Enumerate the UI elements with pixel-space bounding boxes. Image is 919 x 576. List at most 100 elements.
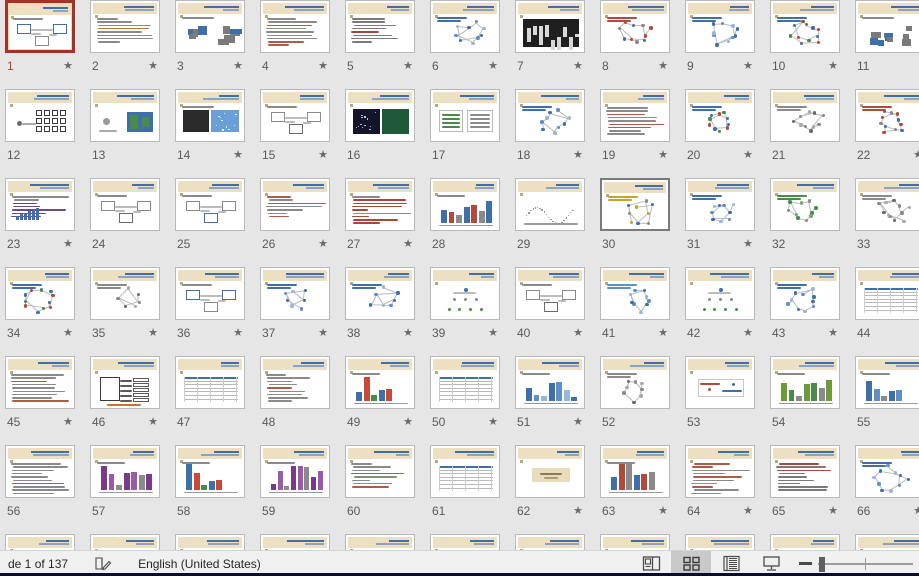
animation-star-icon[interactable]: ★ (403, 237, 413, 251)
slide-thumbnail-2[interactable] (90, 0, 160, 53)
slide-thumbnail-47[interactable] (175, 356, 245, 409)
slide-thumbnail-55[interactable] (855, 356, 919, 409)
slide-thumbnail-30[interactable] (600, 178, 670, 231)
slide-cell-29[interactable]: 29★ (515, 178, 600, 267)
animation-star-icon[interactable]: ★ (743, 326, 753, 340)
slide-thumbnail-75[interactable] (685, 534, 755, 550)
slide-cell-10[interactable]: 10 ★ (770, 0, 855, 89)
animation-star-icon[interactable]: ★ (743, 148, 753, 162)
slide-cell-52[interactable]: 52★ (600, 356, 685, 445)
slide-thumbnail-17[interactable] (430, 89, 500, 142)
animation-star-icon[interactable]: ★ (148, 326, 158, 340)
zoom-control[interactable] (791, 556, 913, 572)
slide-thumbnail-7[interactable] (515, 0, 585, 53)
slide-thumbnail-40[interactable] (515, 267, 585, 320)
slide-cell-44[interactable]: 44★ (855, 267, 919, 356)
slide-thumbnail-6[interactable] (430, 0, 500, 53)
slide-cell-57[interactable]: 57★ (90, 445, 175, 534)
slide-cell-75[interactable]: 75★ (685, 534, 770, 550)
slide-cell-74[interactable]: 74★ (600, 534, 685, 550)
slide-cell-24[interactable]: 24★ (90, 178, 175, 267)
slide-cell-47[interactable]: 47★ (175, 356, 260, 445)
slide-thumbnail-14[interactable] (175, 89, 245, 142)
slide-thumbnail-54[interactable] (770, 356, 840, 409)
slide-thumbnail-71[interactable] (345, 534, 415, 550)
slide-cell-30[interactable]: 30★ (600, 178, 685, 267)
zoom-slider-handle[interactable] (819, 556, 825, 572)
slide-thumbnail-70[interactable] (260, 534, 330, 550)
slide-thumbnail-5[interactable] (345, 0, 415, 53)
slide-cell-19[interactable]: 19 ★ (600, 89, 685, 178)
slide-sorter-grid[interactable]: 1★2★3★4★5★6★7★8★9★10★11★12★13★14★15★16★1… (0, 0, 919, 550)
slide-cell-28[interactable]: 28★ (430, 178, 515, 267)
slide-thumbnail-16[interactable] (345, 89, 415, 142)
slide-thumbnail-65[interactable] (770, 445, 840, 498)
slide-thumbnail-74[interactable] (600, 534, 670, 550)
slide-thumbnail-19[interactable] (600, 89, 670, 142)
slide-thumbnail-53[interactable] (685, 356, 755, 409)
slide-counter[interactable]: de 1 of 137 (0, 552, 76, 576)
slide-cell-38[interactable]: 38 ★ (345, 267, 430, 356)
animation-star-icon[interactable]: ★ (658, 504, 668, 518)
slide-cell-56[interactable]: 56★ (5, 445, 90, 534)
slide-thumbnail-24[interactable] (90, 178, 160, 231)
slide-cell-61[interactable]: 61★ (430, 445, 515, 534)
slide-cell-55[interactable]: 55★ (855, 356, 919, 445)
slide-thumbnail-50[interactable] (430, 356, 500, 409)
slide-thumbnail-77[interactable] (855, 534, 919, 550)
slide-thumbnail-12[interactable] (5, 89, 75, 142)
slide-thumbnail-33[interactable] (855, 178, 919, 231)
slide-thumbnail-61[interactable] (430, 445, 500, 498)
slide-thumbnail-41[interactable] (600, 267, 670, 320)
slide-thumbnail-21[interactable] (770, 89, 840, 142)
slide-cell-68[interactable]: 68★ (90, 534, 175, 550)
slide-cell-43[interactable]: 43 ★ (770, 267, 855, 356)
animation-star-icon[interactable]: ★ (233, 326, 243, 340)
slide-cell-22[interactable]: 22 ★ (855, 89, 919, 178)
animation-star-icon[interactable]: ★ (573, 59, 583, 73)
slide-thumbnail-20[interactable] (685, 89, 755, 142)
slide-cell-9[interactable]: 9 ★ (685, 0, 770, 89)
slide-cell-14[interactable]: 14 ★ (175, 89, 260, 178)
slide-thumbnail-13[interactable] (90, 89, 160, 142)
slide-thumbnail-63[interactable] (600, 445, 670, 498)
slide-thumbnail-22[interactable] (855, 89, 919, 142)
slide-cell-27[interactable]: 27 ★ (345, 178, 430, 267)
slide-thumbnail-64[interactable] (685, 445, 755, 498)
slide-thumbnail-62[interactable] (515, 445, 585, 498)
slide-thumbnail-60[interactable] (345, 445, 415, 498)
slide-thumbnail-4[interactable] (260, 0, 330, 53)
slide-cell-50[interactable]: 50 ★ (430, 356, 515, 445)
slide-thumbnail-66[interactable] (855, 445, 919, 498)
slide-cell-54[interactable]: 54★ (770, 356, 855, 445)
slide-thumbnail-76[interactable] (770, 534, 840, 550)
slide-cell-72[interactable]: 72★ (430, 534, 515, 550)
slide-thumbnail-48[interactable] (260, 356, 330, 409)
slide-cell-35[interactable]: 35 ★ (90, 267, 175, 356)
slide-cell-13[interactable]: 13★ (90, 89, 175, 178)
slide-cell-40[interactable]: 40 ★ (515, 267, 600, 356)
animation-star-icon[interactable]: ★ (318, 59, 328, 73)
animation-star-icon[interactable]: ★ (828, 504, 838, 518)
zoom-slider[interactable] (818, 556, 913, 572)
slide-cell-3[interactable]: 3 ★ (175, 0, 260, 89)
animation-star-icon[interactable]: ★ (148, 59, 158, 73)
slide-thumbnail-49[interactable] (345, 356, 415, 409)
slide-cell-48[interactable]: 48★ (260, 356, 345, 445)
slide-cell-66[interactable]: 66 ★ (855, 445, 919, 534)
animation-star-icon[interactable]: ★ (63, 326, 73, 340)
animation-star-icon[interactable]: ★ (573, 415, 583, 429)
slide-thumbnail-1[interactable] (5, 0, 75, 53)
slide-thumbnail-38[interactable] (345, 267, 415, 320)
slide-cell-32[interactable]: 32★ (770, 178, 855, 267)
slide-cell-2[interactable]: 2 ★ (90, 0, 175, 89)
slide-cell-12[interactable]: 12★ (5, 89, 90, 178)
animation-star-icon[interactable]: ★ (743, 237, 753, 251)
animation-star-icon[interactable]: ★ (488, 59, 498, 73)
animation-star-icon[interactable]: ★ (63, 59, 73, 73)
slide-thumbnail-44[interactable] (855, 267, 919, 320)
slide-thumbnail-15[interactable] (260, 89, 330, 142)
animation-star-icon[interactable]: ★ (828, 326, 838, 340)
slide-cell-59[interactable]: 59★ (260, 445, 345, 534)
spellcheck-icon[interactable] (86, 552, 120, 576)
